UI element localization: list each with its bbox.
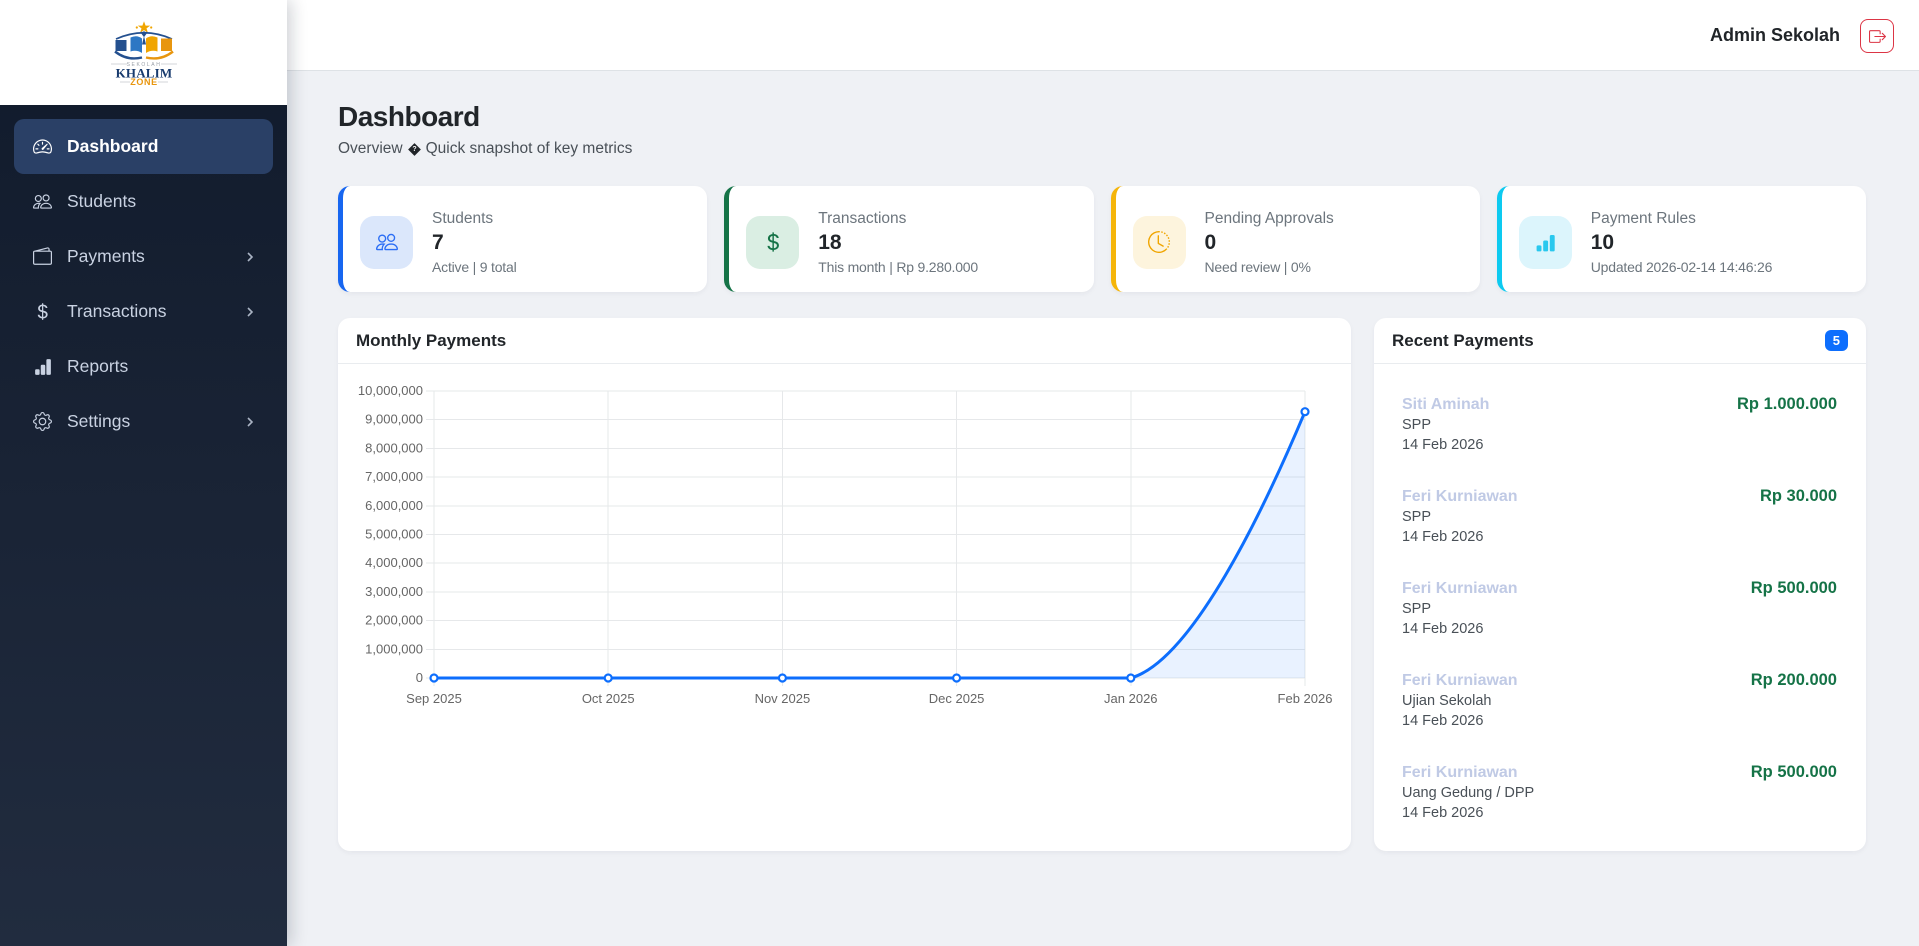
svg-text:8,000,000: 8,000,000	[365, 440, 423, 455]
svg-text:10,000,000: 10,000,000	[358, 383, 423, 398]
svg-text:4,000,000: 4,000,000	[365, 555, 423, 570]
svg-text:6,000,000: 6,000,000	[365, 498, 423, 513]
svg-text:Oct 2025: Oct 2025	[582, 691, 635, 706]
svg-text:3,000,000: 3,000,000	[365, 584, 423, 599]
svg-text:5,000,000: 5,000,000	[365, 527, 423, 542]
svg-text:2,000,000: 2,000,000	[365, 613, 423, 628]
svg-text:9,000,000: 9,000,000	[365, 412, 423, 427]
svg-text:Feb 2026: Feb 2026	[1278, 691, 1333, 706]
svg-text:1,000,000: 1,000,000	[365, 641, 423, 656]
svg-text:ZONE: ZONE	[130, 77, 157, 87]
svg-text:Jan 2026: Jan 2026	[1104, 691, 1158, 706]
svg-text:Sep 2025: Sep 2025	[406, 691, 462, 706]
svg-text:Dec 2025: Dec 2025	[929, 691, 985, 706]
svg-text:7,000,000: 7,000,000	[365, 469, 423, 484]
svg-text:Nov 2025: Nov 2025	[755, 691, 811, 706]
svg-text:0: 0	[416, 670, 423, 685]
